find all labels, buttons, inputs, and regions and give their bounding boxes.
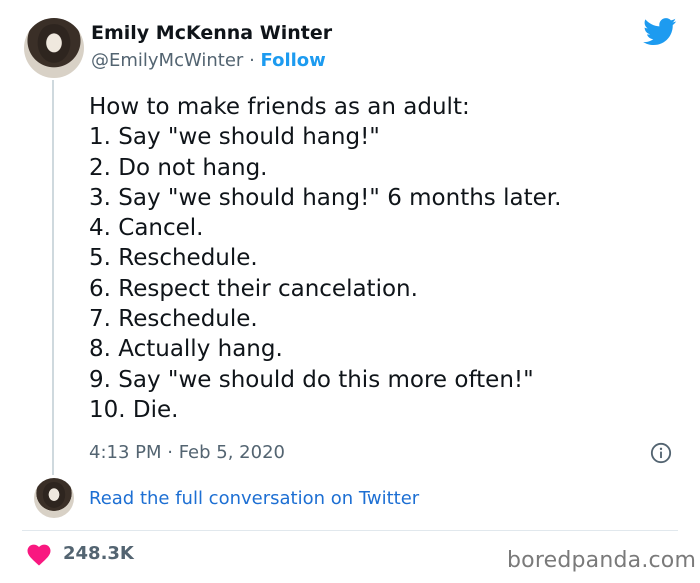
follow-button[interactable]: Follow [261, 50, 326, 71]
tweet-line: 1. Say "we should hang!" [89, 124, 380, 151]
tweet-line: 3. Say "we should hang!" 6 months later. [89, 184, 562, 211]
tweet-line: 4. Cancel. [89, 215, 204, 242]
heart-icon[interactable] [27, 544, 51, 566]
conversation-avatar[interactable] [34, 478, 74, 518]
author-avatar[interactable] [24, 18, 84, 78]
tweet-text: How to make friends as an adult: 1. Say … [89, 92, 561, 425]
read-conversation-link[interactable]: Read the full conversation on Twitter [89, 488, 419, 509]
tweet-line: 5. Reschedule. [89, 245, 258, 272]
author-name[interactable]: Emily McKenna Winter [91, 22, 332, 44]
tweet-line: 7. Reschedule. [89, 306, 258, 333]
tweet-line: 9. Say "we should do this more often!" [89, 366, 534, 393]
thread-line [52, 80, 54, 475]
twitter-bird-icon[interactable] [643, 18, 677, 46]
info-icon[interactable] [650, 442, 672, 464]
divider [22, 530, 678, 531]
tweet-timestamp[interactable]: 4:13 PM · Feb 5, 2020 [89, 442, 285, 463]
tweet-line: 8. Actually hang. [89, 336, 283, 363]
tweet-line: 2. Do not hang. [89, 154, 268, 181]
author-handle[interactable]: @EmilyMcWinter [91, 50, 243, 71]
tweet-line: How to make friends as an adult: [89, 94, 470, 120]
watermark: boredpanda.com [507, 548, 697, 573]
tweet-line: 6. Respect their cancelation. [89, 275, 418, 302]
like-count[interactable]: 248.3K [63, 543, 134, 564]
handle-separator: · [243, 50, 261, 71]
author-handle-line: @EmilyMcWinter · Follow [91, 50, 326, 71]
tweet-line: 10. Die. [89, 396, 179, 423]
